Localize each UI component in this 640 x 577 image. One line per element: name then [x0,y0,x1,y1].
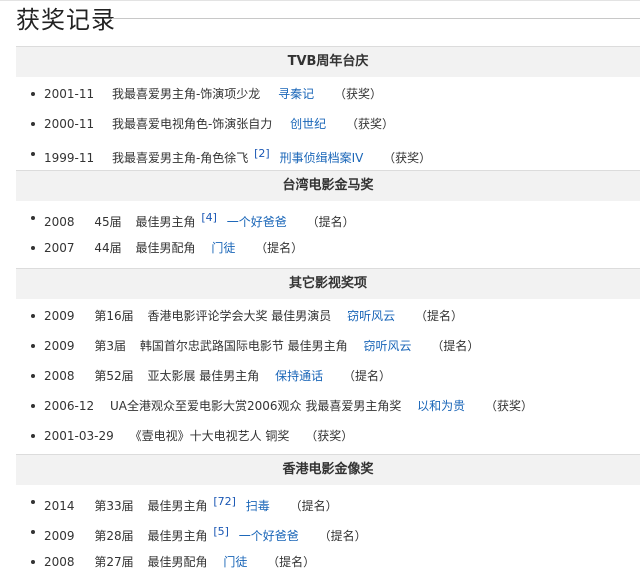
award-edition: 第52届 [94,369,134,383]
award-result: （提名） [267,555,316,569]
award-row: 2008 第52届 亚太影展 最佳男主角 保持通话 （提名） [16,361,640,391]
award-row: 2000-11 我最喜爱电视角色-饰演张自力 创世纪 （获奖） [16,109,640,139]
award-date: 2008 [44,369,75,383]
award-result: （提名） [342,369,391,383]
section-tvb-anniversary: TVB周年台庆 2001-11 我最喜爱男主角-饰演项少龙 寻秦记 （获奖） 2… [16,46,640,169]
award-edition: 第27届 [94,555,134,569]
award-row: 2008 45届 最佳男主角 [4] 一个好爸爸 （提名） [16,203,640,233]
award-name: 我最喜爱男主角-角色徐飞 [111,151,249,165]
award-date: 2009 [44,309,75,323]
bullet-icon [31,560,35,564]
bullet-icon [31,314,35,318]
award-name: 最佳男配角 [147,555,208,569]
work-link[interactable]: 寻秦记 [278,79,314,109]
award-result: （获奖） [345,117,394,131]
work-link[interactable]: 保持通话 [275,361,323,391]
section-header: TVB周年台庆 [16,46,640,77]
section-header: 台湾电影金马奖 [16,170,640,201]
bullet-icon [31,500,35,504]
award-edition: 44届 [94,241,122,255]
award-list: 2008 45届 最佳男主角 [4] 一个好爸爸 （提名） 2007 44届 最… [16,203,640,263]
award-row: 2001-11 我最喜爱男主角-饰演项少龙 寻秦记 （获奖） [16,79,640,109]
award-date: 1999-11 [44,151,95,165]
award-row: 2006-12 UA全港观众至爱电影大赏2006观众 我最喜爱男主角奖 以和为贵… [16,391,640,421]
award-date: 2007 [44,241,75,255]
reference-link[interactable]: [2] [254,139,270,169]
award-row: 2014 第33届 最佳男主角 [72] 扫毒 （提名） [16,487,640,517]
bullet-icon [31,530,35,534]
award-row: 2007 44届 最佳男配角 门徒 （提名） [16,233,640,263]
reference-link[interactable]: [72] [213,487,236,517]
award-name: 《壹电视》十大电视艺人 铜奖 [129,429,290,443]
award-result: （获奖） [383,151,432,165]
section-other-awards: 其它影视奖项 2009 第16届 香港电影评论学会大奖 最佳男演员 窃听风云 （… [16,268,640,451]
work-link[interactable]: 门徒 [211,233,235,263]
award-row: 1999-11 我最喜爱男主角-角色徐飞 [2] 刑事侦缉档案IV （获奖） [16,139,640,169]
bullet-icon [31,404,35,408]
award-row: 2009 第28届 最佳男主角 [5] 一个好爸爸 （提名） [16,517,640,547]
award-list: 2009 第16届 香港电影评论学会大奖 最佳男演员 窃听风云 （提名） 200… [16,301,640,451]
work-link[interactable]: 创世纪 [290,109,326,139]
award-date: 2006-12 [44,399,95,413]
award-result: （获奖） [305,429,354,443]
work-link[interactable]: 门徒 [223,547,247,577]
work-link[interactable]: 窃听风云 [364,331,412,361]
bullet-icon [31,152,35,156]
award-date: 2009 [44,339,75,353]
bullet-icon [31,344,35,348]
work-link[interactable]: 刑事侦缉档案IV [280,143,364,173]
award-result: （提名） [255,241,304,255]
award-result: （获奖） [333,87,382,101]
bullet-icon [31,246,35,250]
reference-link[interactable]: [5] [213,517,229,547]
award-date: 2001-11 [44,87,95,101]
award-name: 香港电影评论学会大奖 最佳男演员 [147,309,332,323]
award-name: 我最喜爱电视角色-饰演张自力 [111,117,273,131]
reference-link[interactable]: [4] [201,203,217,233]
award-date: 2000-11 [44,117,95,131]
award-row: 2009 第16届 香港电影评论学会大奖 最佳男演员 窃听风云 （提名） [16,301,640,331]
bullet-icon [31,92,35,96]
award-name: UA全港观众至爱电影大赏2006观众 我最喜爱男主角奖 [109,399,402,413]
award-row: 2009 第3届 韩国首尔忠武路国际电影节 最佳男主角 窃听风云 （提名） [16,331,640,361]
title-divider [112,18,640,19]
award-result: （获奖） [485,399,534,413]
award-edition: 第3届 [94,339,127,353]
award-name: 韩国首尔忠武路国际电影节 最佳男主角 [139,339,348,353]
award-name: 我最喜爱男主角-饰演项少龙 [111,87,261,101]
section-header: 香港电影金像奖 [16,454,640,485]
bullet-icon [31,122,35,126]
award-name: 亚太影展 最佳男主角 [147,369,260,383]
award-result: （提名） [431,339,480,353]
bullet-icon [31,434,35,438]
award-edition: 第16届 [94,309,134,323]
award-list: 2014 第33届 最佳男主角 [72] 扫毒 （提名） 2009 第28届 最… [16,487,640,577]
award-row: 2008 第27届 最佳男配角 门徒 （提名） [16,547,640,577]
section-header: 其它影视奖项 [16,268,640,299]
bullet-icon [31,374,35,378]
work-link[interactable]: 窃听风云 [347,301,395,331]
bullet-icon [31,216,35,220]
section-golden-horse: 台湾电影金马奖 2008 45届 最佳男主角 [4] 一个好爸爸 （提名） 20… [16,170,640,263]
award-row: 2001-03-29 《壹电视》十大电视艺人 铜奖 （获奖） [16,421,640,451]
award-result: （提名） [414,309,463,323]
award-name: 最佳男配角 [135,241,196,255]
page-title: 获奖记录 [16,6,116,34]
section-hk-film-awards: 香港电影金像奖 2014 第33届 最佳男主角 [72] 扫毒 （提名） 200… [16,454,640,577]
award-date: 2008 [44,555,75,569]
work-link[interactable]: 以和为贵 [417,391,465,421]
page-header: 获奖记录 [0,0,640,46]
award-date: 2001-03-29 [44,429,114,443]
award-list: 2001-11 我最喜爱男主角-饰演项少龙 寻秦记 （获奖） 2000-11 我… [16,79,640,169]
